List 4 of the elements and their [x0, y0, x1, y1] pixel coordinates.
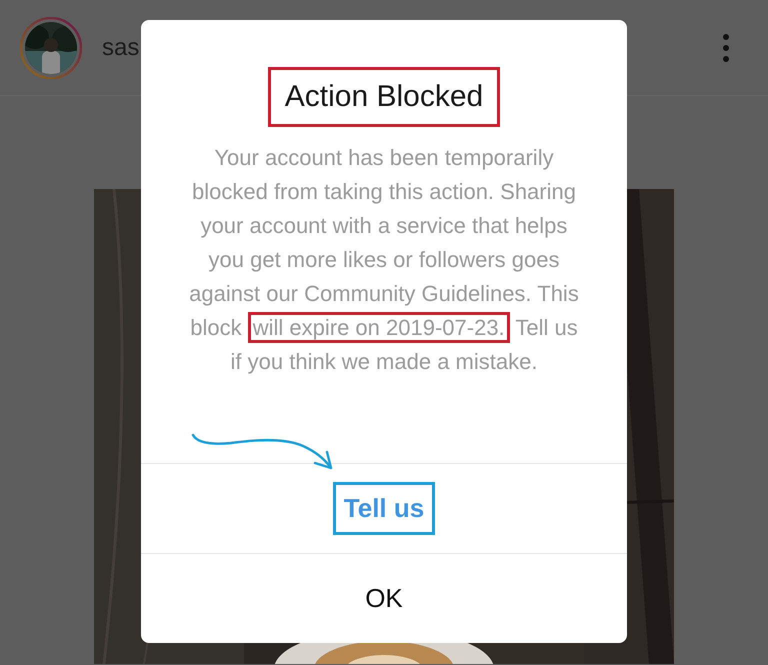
more-options-icon[interactable]	[722, 32, 730, 62]
ok-button[interactable]: OK	[354, 572, 414, 625]
dialog-message: Your account has been temporarily blocked from taking this action. Sharing your account with a service that helps you get more likes or followers goes against our Community Guidelines. This block will expire on 2019-07-23. Tell us if you think we made a mistake.	[188, 144, 580, 376]
dialog-title: Action Blocked	[268, 67, 500, 127]
